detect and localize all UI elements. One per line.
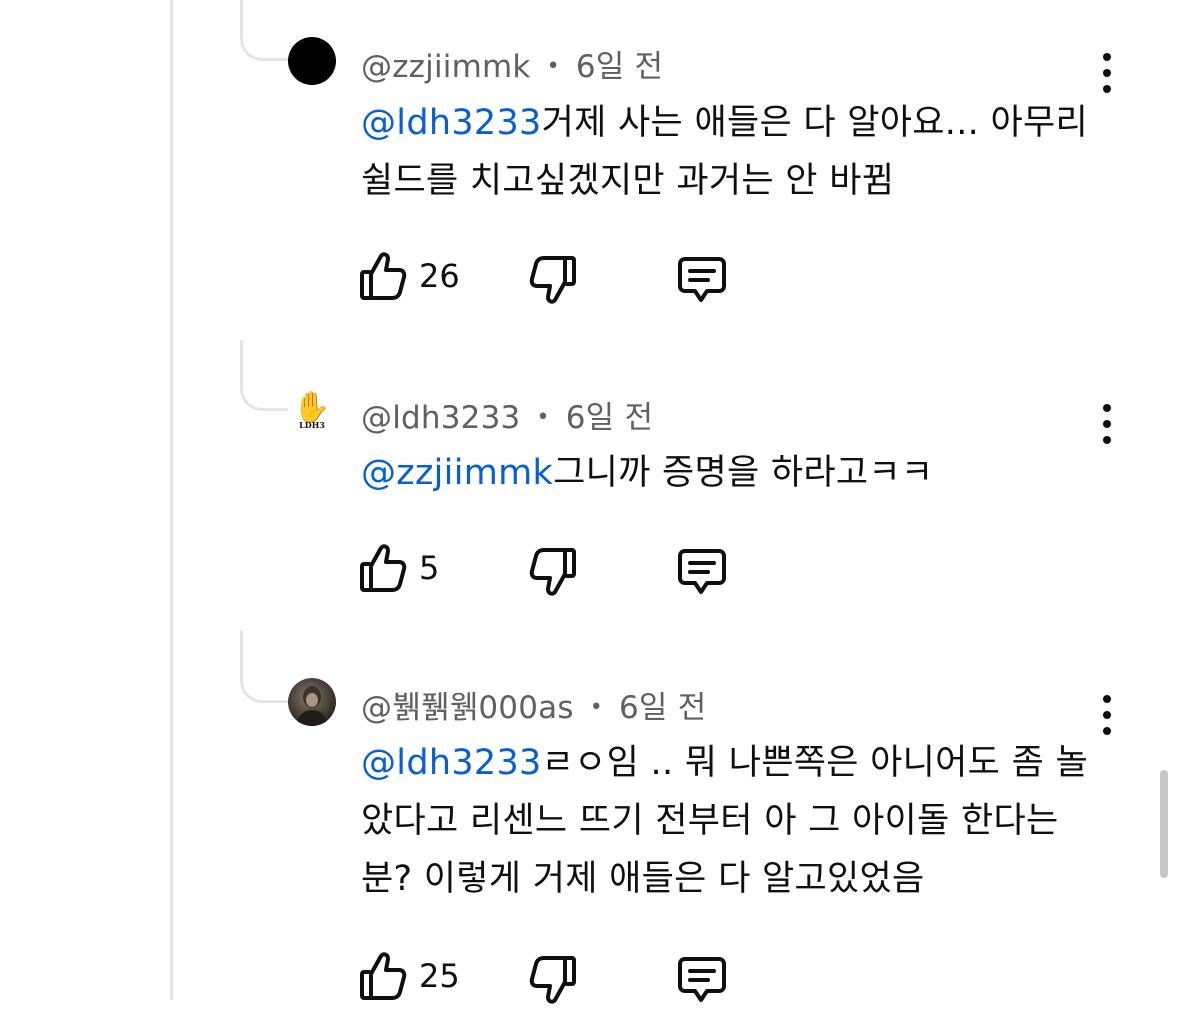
comment-header: @ldh3233 • 6일 전	[361, 392, 653, 437]
like-button[interactable]: 26	[359, 250, 460, 302]
scrollbar[interactable]	[1160, 770, 1168, 878]
thumbs-up-icon	[359, 250, 407, 302]
thumbs-down-icon	[529, 254, 577, 306]
comment-author[interactable]: @뷁풹웱000as	[361, 690, 574, 726]
avatar[interactable]	[288, 678, 336, 726]
comment-actions: 26	[0, 250, 1179, 310]
more-vertical-icon[interactable]	[1094, 53, 1120, 93]
comment-reply-icon	[677, 256, 727, 304]
comment-header: @zzjiimmk • 6일 전	[361, 41, 663, 86]
thread-line	[170, 0, 173, 1000]
comment-time[interactable]: 6일 전	[566, 400, 653, 436]
meta-separator: •	[536, 405, 550, 430]
comment-text: @ldh3233거제 사는 애들은 다 알아요... 아무리 쉴드를 치고싶겠지…	[361, 94, 1101, 210]
mention-link[interactable]: @zzjiimmk	[361, 453, 553, 493]
reply-connector	[240, 340, 291, 411]
comment-body: 그니까 증명을 하라고ㅋㅋ	[553, 453, 934, 493]
reply-button[interactable]	[677, 548, 727, 596]
reply-connector	[240, 630, 291, 703]
comment-author[interactable]: @ldh3233	[361, 400, 520, 436]
comment-time[interactable]: 6일 전	[619, 690, 706, 726]
reply-button[interactable]	[677, 256, 727, 304]
comment-header: @뷁풹웱000as • 6일 전	[361, 682, 706, 727]
comment-actions: 5	[0, 542, 1179, 602]
avatar[interactable]: ✋ LDH3	[288, 388, 336, 436]
dislike-button[interactable]	[529, 254, 577, 306]
comment-author[interactable]: @zzjiimmk	[361, 49, 531, 85]
like-count: 5	[419, 549, 440, 587]
like-button[interactable]: 5	[359, 542, 439, 594]
reply-connector	[240, 0, 291, 61]
hand-print-icon: ✋	[293, 390, 331, 425]
thumbs-down-icon	[529, 546, 577, 598]
like-count: 26	[419, 257, 460, 295]
avatar-text: LDH3	[299, 420, 325, 430]
comment-actions: 25	[0, 950, 1179, 1010]
thumbs-up-icon	[359, 950, 407, 1002]
avatar[interactable]	[288, 37, 336, 85]
dislike-button[interactable]	[529, 546, 577, 598]
like-button[interactable]: 25	[359, 950, 460, 1002]
comment-text: @ldh3233ㄹㅇ임 .. 뭐 나쁜쪽은 아니어도 좀 놀았다고 리센느 뜨기…	[361, 734, 1101, 908]
meta-separator: •	[589, 695, 603, 720]
comment-time[interactable]: 6일 전	[576, 49, 663, 85]
reply-button[interactable]	[677, 956, 727, 1004]
comment-reply-icon	[677, 548, 727, 596]
meta-separator: •	[546, 54, 560, 79]
thumbs-down-icon	[529, 954, 577, 1006]
dislike-button[interactable]	[529, 954, 577, 1006]
more-vertical-icon[interactable]	[1094, 695, 1120, 735]
mention-link[interactable]: @ldh3233	[361, 743, 542, 783]
mention-link[interactable]: @ldh3233	[361, 103, 542, 143]
like-count: 25	[419, 957, 460, 995]
comment-text: @zzjiimmk그니까 증명을 하라고ㅋㅋ	[361, 444, 1101, 502]
thumbs-up-icon	[359, 542, 407, 594]
comment-reply-icon	[677, 956, 727, 1004]
more-vertical-icon[interactable]	[1094, 404, 1120, 444]
